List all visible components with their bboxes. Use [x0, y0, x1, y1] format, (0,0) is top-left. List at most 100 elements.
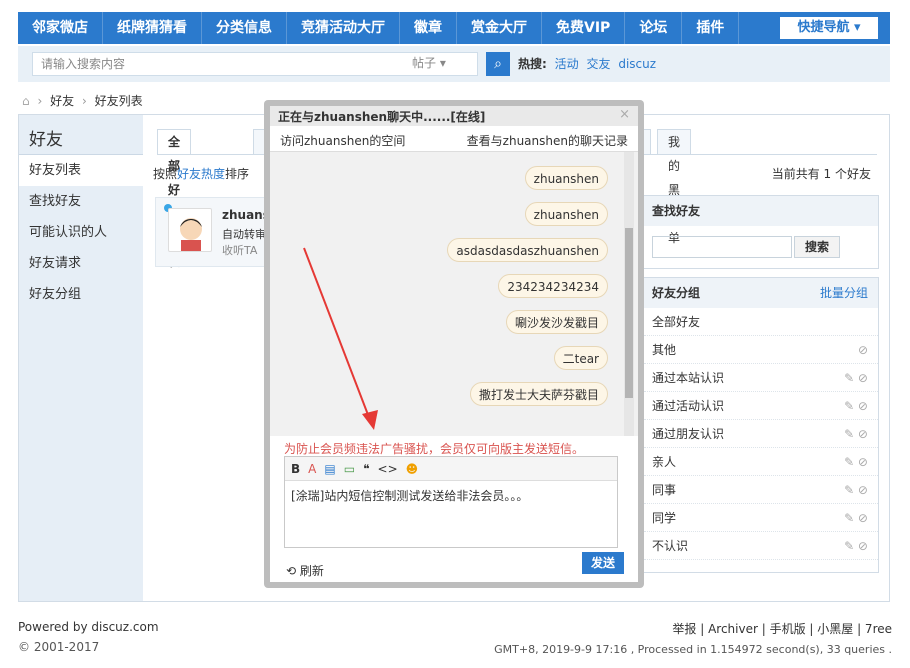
nav-item[interactable]: 免费VIP	[542, 12, 626, 44]
font-color-icon[interactable]: A	[308, 462, 316, 476]
tab-all-friends[interactable]: 全部好友列表	[157, 129, 192, 269]
code-icon[interactable]: <>	[378, 462, 398, 476]
nav-item[interactable]: 邻家微店	[18, 12, 103, 44]
group-item[interactable]: 全部好友	[644, 308, 878, 336]
visit-space-link[interactable]: 访问zhuanshen的空间	[280, 132, 405, 149]
quick-nav-button[interactable]: 快捷导航 ▾	[780, 17, 878, 39]
chat-window: 正在与zhuanshen聊天中......[在线] × 访问zhuanshen的…	[270, 106, 638, 582]
batch-group-link[interactable]: 批量分组	[820, 278, 868, 308]
find-friend-input[interactable]	[652, 236, 792, 258]
message-textarea[interactable]: [涂瑞]站内短信控制测试发送给非法会员。。。	[285, 481, 617, 510]
chat-message: 二tear	[553, 346, 608, 370]
copyright: © 2001-2017	[18, 640, 100, 654]
warning-text: 为防止会员频违法广告骚扰，会员仅可向版主发送短信。	[284, 442, 585, 456]
sidebar-item-requests[interactable]: 好友请求	[19, 248, 143, 279]
tab-blacklist[interactable]: 我的黑名单	[657, 129, 692, 245]
group-item[interactable]: 通过本站认识 ✎ ⊘	[644, 364, 878, 392]
close-icon[interactable]: ×	[619, 107, 630, 122]
hot-link[interactable]: discuz	[618, 57, 656, 71]
breadcrumb-item[interactable]: 好友	[50, 94, 74, 108]
edit-delete-icons[interactable]: ✎ ⊘	[844, 420, 868, 448]
edit-delete-icons[interactable]: ✎ ⊘	[844, 532, 868, 560]
home-icon[interactable]: ⌂	[22, 94, 30, 108]
chat-history-link[interactable]: 查看与zhuanshen的聊天记录	[467, 132, 628, 149]
group-item[interactable]: 同学 ✎ ⊘	[644, 504, 878, 532]
chat-title: 正在与zhuanshen聊天中......[在线]	[278, 110, 486, 124]
hot-search: 热搜: 活动 交友 discuz	[518, 52, 656, 76]
group-item[interactable]: 通过朋友认识 ✎ ⊘	[644, 420, 878, 448]
bold-icon[interactable]: B	[291, 462, 300, 476]
footer-left: Powered by discuz.com © 2001-2017	[18, 620, 159, 654]
group-item[interactable]: 通过活动认识 ✎ ⊘	[644, 392, 878, 420]
message-editor[interactable]: B A ▤ ▭ ❝ <> ☻ [涂瑞]站内短信控制测试发送给非法会员。。。	[284, 456, 618, 548]
quote-icon[interactable]: ❝	[363, 462, 369, 476]
edit-delete-icons[interactable]: ✎ ⊘	[844, 476, 868, 504]
chat-message: asdasdasdaszhuanshen	[447, 238, 608, 262]
groups-title: 好友分组	[652, 286, 701, 300]
refresh-button[interactable]: ⟲ 刷新	[286, 562, 324, 579]
group-item[interactable]: 其他 ⊘	[644, 336, 878, 364]
footer-right: 举报 | Archiver | 手机版 | 小黑屋 | 7ree GMT+8, …	[494, 620, 892, 656]
edit-delete-icons[interactable]: ✎ ⊘	[844, 364, 868, 392]
find-friend-button[interactable]: 搜索	[794, 236, 840, 258]
chat-messages: zhuanshen zhuanshen asdasdasdaszhuanshen…	[270, 152, 638, 436]
chat-message: 234234234234	[498, 274, 608, 298]
powered-by[interactable]: Powered by discuz.com	[18, 620, 159, 634]
follow-link[interactable]: 收听TA	[222, 242, 257, 258]
group-item[interactable]: 同事 ✎ ⊘	[644, 476, 878, 504]
find-friend-title: 查找好友	[644, 196, 878, 226]
sidebar-item-friend-list[interactable]: 好友列表	[19, 155, 143, 186]
search-button[interactable]: ⌕	[486, 52, 510, 76]
hot-search-label: 热搜:	[518, 57, 547, 71]
nav-item[interactable]: 徽章	[400, 12, 457, 44]
nav-item[interactable]: 论坛	[625, 12, 683, 44]
sidebar-item-groups[interactable]: 好友分组	[19, 279, 143, 310]
footer-links[interactable]: 举报 | Archiver | 手机版 | 小黑屋 | 7ree	[494, 620, 892, 637]
sidebar-item-may-know[interactable]: 可能认识的人	[19, 217, 143, 248]
edit-delete-icons[interactable]: ✎ ⊘	[844, 448, 868, 476]
edit-delete-icons[interactable]: ✎ ⊘	[844, 392, 868, 420]
send-button[interactable]: 发送	[582, 552, 624, 574]
sort-line: 按照好友热度排序	[153, 167, 250, 181]
emoji-icon[interactable]: ☻	[406, 462, 419, 476]
editor-toolbar: B A ▤ ▭ ❝ <> ☻	[285, 457, 617, 481]
chat-message: 唰沙发沙发戳目	[505, 310, 608, 334]
friend-count: 当前共有 1 个好友	[771, 167, 871, 181]
avatar[interactable]	[168, 208, 212, 252]
sort-link[interactable]: 好友热度	[177, 167, 225, 181]
group-item[interactable]: 不认识 ✎ ⊘	[644, 532, 878, 560]
chat-dialog: 正在与zhuanshen聊天中......[在线] × 访问zhuanshen的…	[264, 100, 644, 588]
sidebar-title: 好友	[19, 115, 143, 155]
group-item[interactable]: 亲人 ✎ ⊘	[644, 448, 878, 476]
nav-item[interactable]: 分类信息	[202, 12, 287, 44]
arrow-icon	[303, 247, 378, 430]
nav-item[interactable]: 竞猜活动大厅	[287, 12, 400, 44]
nav-item[interactable]: 插件	[682, 12, 740, 44]
chat-links: 访问zhuanshen的空间 查看与zhuanshen的聊天记录	[270, 126, 638, 152]
sidebar-item-find-friend[interactable]: 查找好友	[19, 186, 143, 217]
hot-link[interactable]: 交友	[586, 57, 610, 71]
chat-scroll-thumb[interactable]	[625, 228, 633, 398]
friend-card[interactable]: zhuanshe 自动转审核 收听TA	[155, 197, 287, 267]
search-type-select[interactable]: 帖子 ▾	[412, 52, 472, 76]
search-bar: 请输入搜索内容 帖子 ▾ ⌕ 热搜: 活动 交友 discuz	[18, 46, 890, 82]
nav-item[interactable]: 纸牌猜猜看	[103, 12, 202, 44]
find-friend-box: 查找好友 搜索	[643, 195, 879, 269]
top-nav: 邻家微店 纸牌猜猜看 分类信息 竞猜活动大厅 徽章 赏金大厅 免费VIP 论坛 …	[18, 12, 890, 44]
breadcrumb: ⌂ › 好友 › 好友列表	[22, 94, 143, 108]
nav-item[interactable]: 赏金大厅	[457, 12, 542, 44]
hot-link[interactable]: 活动	[555, 57, 579, 71]
edit-delete-icons[interactable]: ✎ ⊘	[844, 504, 868, 532]
chat-message: zhuanshen	[524, 166, 608, 190]
image-icon[interactable]: ▤	[324, 462, 335, 476]
chat-message: 撒打发士大夫萨芬戳目	[469, 382, 608, 406]
chat-message: zhuanshen	[524, 202, 608, 226]
groups-header: 好友分组 批量分组	[644, 278, 878, 308]
link-icon[interactable]: ▭	[344, 462, 355, 476]
breadcrumb-item[interactable]: 好友列表	[95, 94, 143, 108]
search-icon: ⌕	[494, 56, 502, 72]
footer-info: GMT+8, 2019-9-9 17:16 , Processed in 1.1…	[494, 643, 892, 656]
chat-header[interactable]: 正在与zhuanshen聊天中......[在线] ×	[270, 106, 638, 126]
sidebar: 好友 好友列表 查找好友 可能认识的人 好友请求 好友分组	[19, 115, 143, 601]
delete-icon[interactable]: ⊘	[858, 336, 868, 364]
